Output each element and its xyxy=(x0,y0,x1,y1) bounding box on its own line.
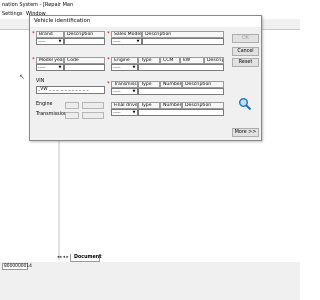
transmission-description-header: Description xyxy=(182,81,224,88)
transmission-label: Transmission xyxy=(36,112,67,117)
status-field: 8000000014 xyxy=(2,263,32,270)
final-drive-header: Final drive xyxy=(111,102,138,109)
app-title-bar: nation System - [Repair Man xyxy=(0,0,300,10)
brand-description-header: Description xyxy=(64,31,105,38)
transmission-number-header: Number xyxy=(160,81,182,88)
reset-button[interactable]: Reset xyxy=(232,58,259,67)
ccm-header: CCM xyxy=(160,57,180,64)
dialog-title: Vehicle identification xyxy=(30,16,261,27)
required-marker: * xyxy=(107,31,110,37)
transmission-select[interactable]: ----- ▼ xyxy=(111,88,138,95)
code-header: Code xyxy=(64,57,105,64)
brand-header: Brand xyxy=(36,31,64,38)
required-marker: * xyxy=(32,57,35,63)
more-button[interactable]: More >> xyxy=(232,128,259,137)
brand-description-field xyxy=(64,38,105,45)
model-year-select-value: ----- xyxy=(38,65,46,70)
vin-input[interactable]: _VW _ _ _ _ _ _ _ _ _ _ _ xyxy=(36,86,105,94)
sales-description-header: Description xyxy=(142,31,224,38)
vehicle-identification-dialog: Vehicle identification * Brand Descripti… xyxy=(29,15,262,141)
engine-label: Engine xyxy=(36,102,53,107)
code-field xyxy=(64,64,105,71)
transmission-type-header: Type xyxy=(138,81,160,88)
transmission-details-field xyxy=(138,88,224,95)
engine-select[interactable]: ----- ▼ xyxy=(111,64,138,71)
brand-select[interactable]: ----- ▼ xyxy=(36,38,64,45)
tab-document[interactable]: Document xyxy=(70,254,102,262)
menu-settings[interactable]: Settings xyxy=(2,11,23,18)
chevron-down-icon: ▼ xyxy=(136,39,140,43)
engine-type-header: Type xyxy=(138,57,160,64)
model-year-select[interactable]: ----- ▼ xyxy=(36,64,64,71)
final-drive-number-header: Number xyxy=(160,102,182,109)
vin-input-value: _VW _ _ _ _ _ _ _ _ _ _ _ xyxy=(38,87,89,92)
sales-description-field xyxy=(142,38,224,45)
final-drive-type-header: Type xyxy=(138,102,160,109)
vin-label: VIN xyxy=(36,79,45,84)
final-drive-select[interactable]: ----- ▼ xyxy=(111,109,138,116)
chevron-down-icon: ▼ xyxy=(132,65,136,69)
chevron-down-icon: ▼ xyxy=(132,89,136,93)
status-area: 8000000014 ◂◂ ◂ ▸ ▸▸ Document xyxy=(0,254,300,300)
final-drive-select-value: ----- xyxy=(113,110,121,115)
transmission-code-field xyxy=(65,112,79,119)
transmission-number-field xyxy=(82,112,104,119)
engine-code-field xyxy=(65,102,79,109)
search-icon[interactable] xyxy=(238,97,252,111)
transmission-header: Transmissi xyxy=(111,81,138,88)
cursor-icon: ↖ xyxy=(19,73,25,81)
sales-model-select-value: ----- xyxy=(113,39,121,44)
required-marker: * xyxy=(107,81,110,87)
sales-model-select[interactable]: ----- ▼ xyxy=(111,38,142,45)
engine-details-field xyxy=(138,64,224,71)
engine-description-header: Descriptio xyxy=(204,57,224,64)
required-marker: * xyxy=(107,57,110,63)
engine-number-field xyxy=(82,102,104,109)
app-title: nation System - [Repair Man xyxy=(2,2,74,8)
kw-header: kW xyxy=(180,57,204,64)
chevron-down-icon: ▼ xyxy=(58,39,62,43)
ok-button[interactable]: OK xyxy=(232,34,259,43)
transmission-select-value: ----- xyxy=(113,89,121,94)
sales-model-header: Sales Model xyxy=(111,31,142,38)
engine-select-value: ----- xyxy=(113,65,121,70)
final-drive-description-header: Description xyxy=(182,102,224,109)
chevron-down-icon: ▼ xyxy=(58,65,62,69)
model-year-header: Model year xyxy=(36,57,64,64)
chevron-down-icon: ▼ xyxy=(132,110,136,114)
brand-select-value: ----- xyxy=(38,39,46,44)
final-drive-details-field xyxy=(138,109,224,116)
engine-header: Engine xyxy=(111,57,138,64)
required-marker: * xyxy=(32,31,35,37)
cancel-button[interactable]: Cancel xyxy=(232,47,259,56)
